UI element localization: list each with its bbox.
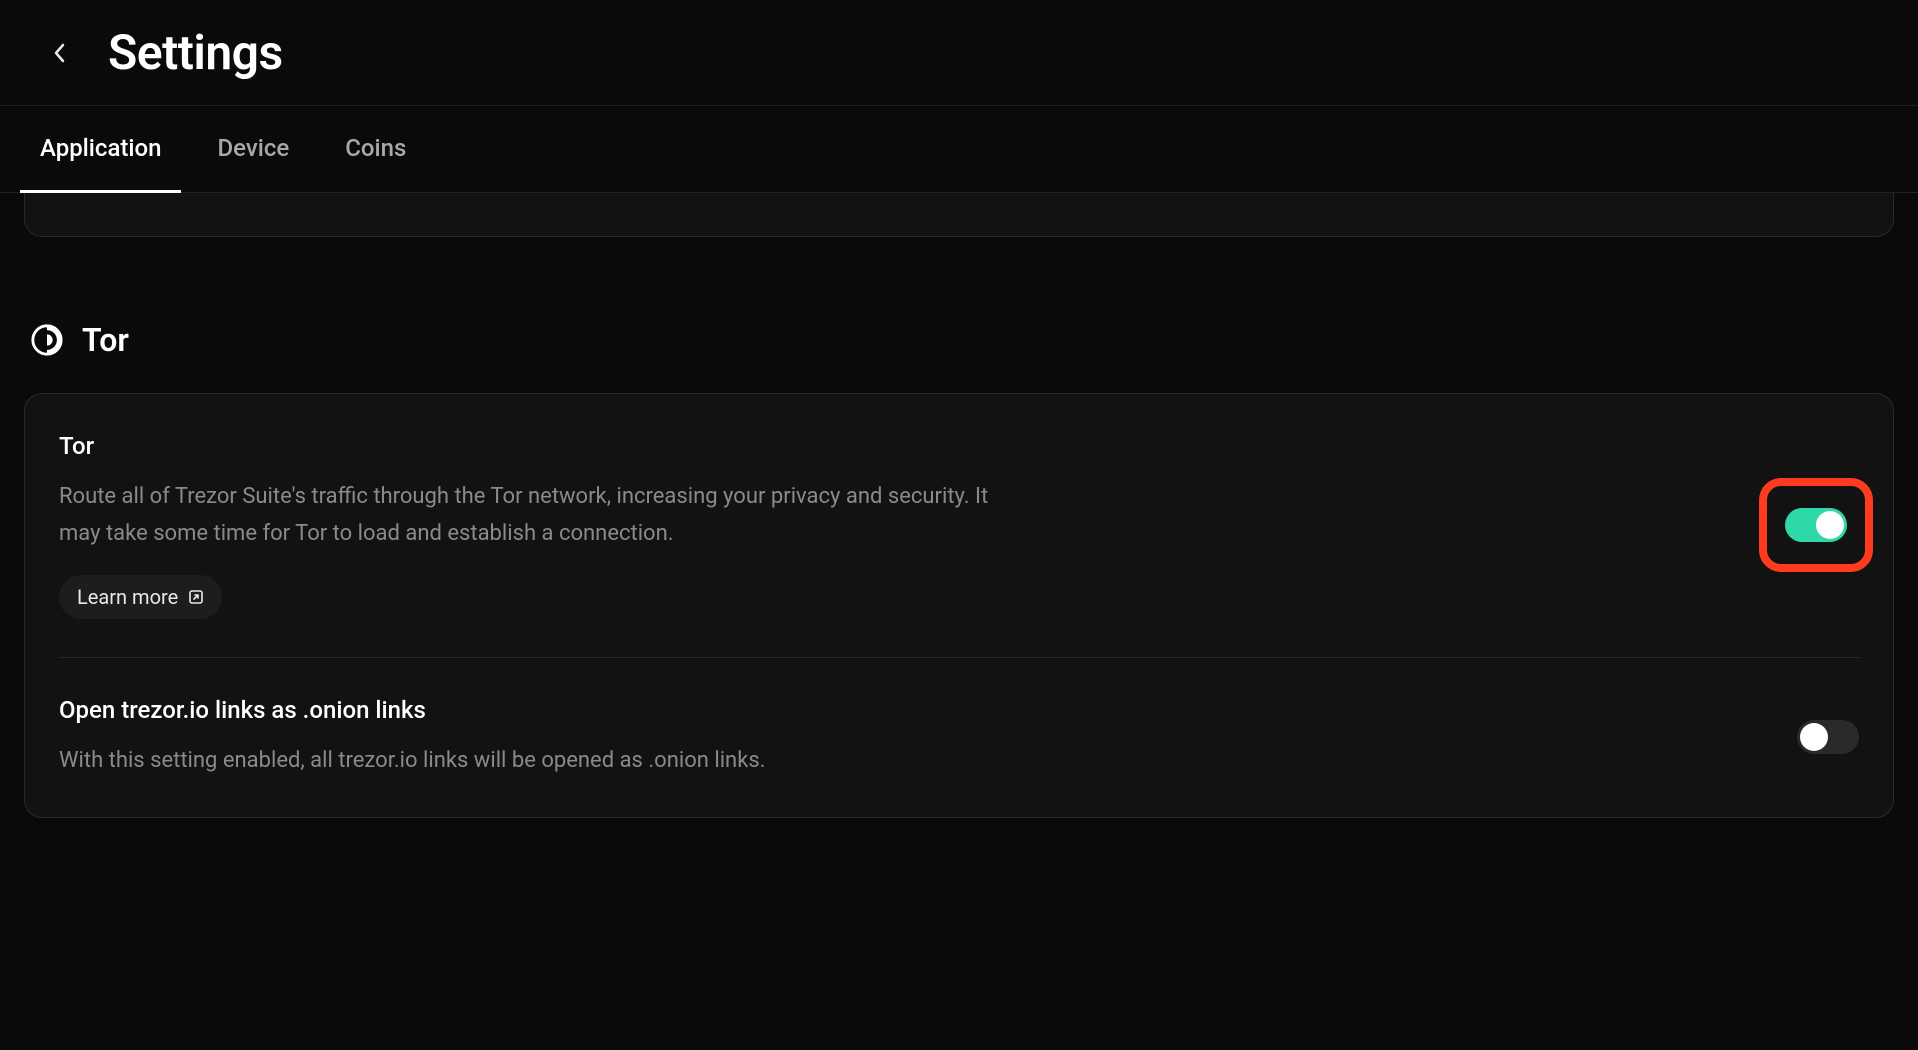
previous-card-fragment — [24, 193, 1894, 237]
toggle-knob — [1816, 511, 1844, 539]
learn-more-label: Learn more — [77, 585, 178, 609]
toggle-knob — [1800, 723, 1828, 751]
onion-links-toggle[interactable] — [1797, 720, 1859, 754]
tab-device[interactable]: Device — [217, 106, 289, 192]
tor-toggle-row: Tor Route all of Trezor Suite's traffic … — [59, 394, 1859, 657]
chevron-left-icon — [52, 41, 68, 65]
onion-row-description: With this setting enabled, all trezor.io… — [59, 742, 1019, 779]
external-link-icon — [188, 589, 204, 605]
settings-header: Settings — [0, 0, 1918, 105]
section-title: Tor — [82, 321, 129, 359]
tab-coins[interactable]: Coins — [345, 106, 406, 192]
tor-row-title: Tor — [59, 432, 1019, 460]
settings-content: Tor Tor Route all of Trezor Suite's traf… — [0, 193, 1918, 818]
tor-icon — [30, 323, 64, 357]
tor-toggle-highlight — [1759, 478, 1873, 572]
onion-row-title: Open trezor.io links as .onion links — [59, 696, 1019, 724]
tor-section-header: Tor — [24, 321, 1894, 359]
settings-tabs: Application Device Coins — [0, 105, 1918, 193]
onion-row-text: Open trezor.io links as .onion links Wit… — [59, 696, 1019, 779]
onion-links-row: Open trezor.io links as .onion links Wit… — [59, 657, 1859, 817]
tor-row-description: Route all of Trezor Suite's traffic thro… — [59, 478, 1019, 553]
learn-more-button[interactable]: Learn more — [59, 575, 222, 619]
back-button[interactable] — [44, 37, 76, 69]
tor-row-text: Tor Route all of Trezor Suite's traffic … — [59, 432, 1019, 619]
tab-application[interactable]: Application — [40, 106, 161, 192]
page-title: Settings — [108, 24, 283, 81]
tor-settings-card: Tor Route all of Trezor Suite's traffic … — [24, 393, 1894, 818]
tor-toggle[interactable] — [1785, 508, 1847, 542]
